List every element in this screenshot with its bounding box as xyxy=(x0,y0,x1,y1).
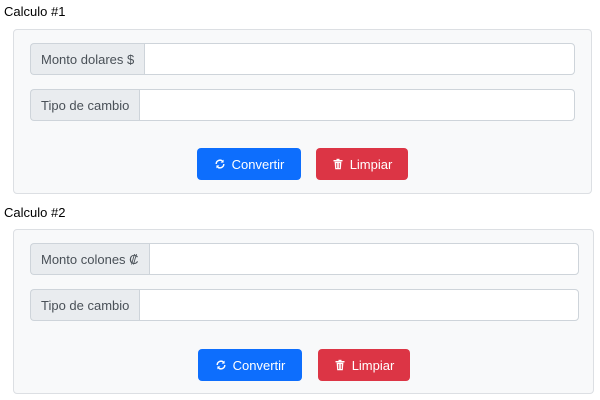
calc1-title: Calculo #1 xyxy=(4,4,66,19)
trash-icon xyxy=(332,158,344,170)
calc1-rate-group: Tipo de cambio xyxy=(30,89,575,121)
calc2-card: Monto colones ₡ Tipo de cambio Convertir xyxy=(13,229,594,394)
calc2-amount-input[interactable] xyxy=(148,243,579,275)
calc1-convert-label: Convertir xyxy=(231,156,285,172)
refresh-icon xyxy=(215,359,227,371)
calc2-title: Calculo #2 xyxy=(4,205,66,220)
calc2-rate-input[interactable] xyxy=(139,289,579,321)
calc2-amount-group: Monto colones ₡ xyxy=(30,243,579,275)
calc2-clear-label: Limpiar xyxy=(351,357,395,373)
calc1-card: Monto dolares $ Tipo de cambio Convertir xyxy=(13,29,592,194)
calc2-convert-label: Convertir xyxy=(232,357,286,373)
calc1-convert-button[interactable]: Convertir xyxy=(197,148,301,180)
refresh-icon xyxy=(214,158,226,170)
calc1-rate-label: Tipo de cambio xyxy=(30,89,140,121)
calc1-clear-label: Limpiar xyxy=(349,156,393,172)
calc1-clear-button[interactable]: Limpiar xyxy=(316,148,408,180)
calc1-amount-group: Monto dolares $ xyxy=(30,43,575,75)
calc1-amount-input[interactable] xyxy=(144,43,575,75)
calc2-convert-button[interactable]: Convertir xyxy=(198,349,302,381)
calc2-amount-label: Monto colones ₡ xyxy=(30,243,149,275)
calc2-rate-group: Tipo de cambio xyxy=(30,289,579,321)
calc2-rate-label: Tipo de cambio xyxy=(30,289,140,321)
calc1-rate-input[interactable] xyxy=(139,89,575,121)
calc1-amount-label: Monto dolares $ xyxy=(30,43,145,75)
trash-icon xyxy=(334,359,346,371)
calc2-clear-button[interactable]: Limpiar xyxy=(318,349,410,381)
